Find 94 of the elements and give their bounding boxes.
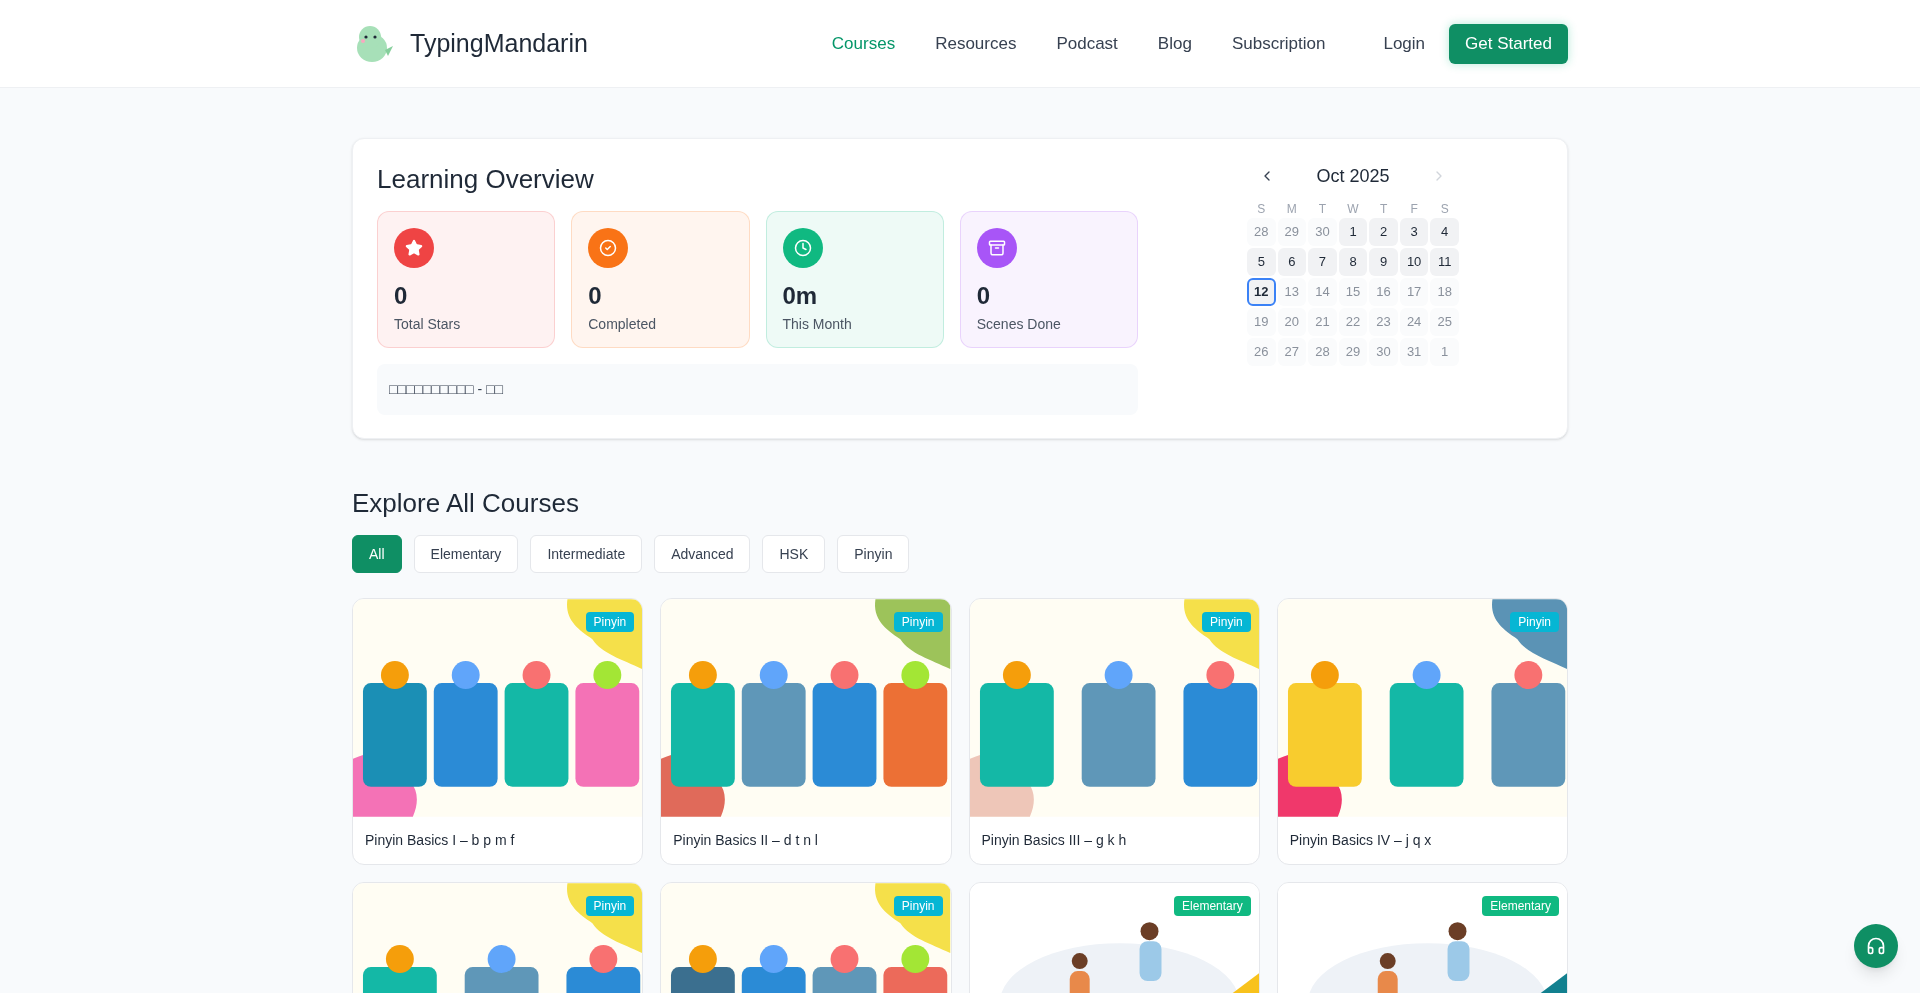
calendar-day[interactable]: 28	[1308, 338, 1337, 366]
nav-link[interactable]: Subscription	[1231, 30, 1326, 57]
calendar-day[interactable]: 4	[1430, 218, 1459, 246]
stat-value: 0	[394, 282, 409, 310]
weekday-label: S	[1439, 201, 1450, 217]
brand-name[interactable]: TypingMandarin	[410, 24, 588, 63]
clock-icon	[793, 239, 812, 257]
section-title: Explore All Courses	[352, 487, 580, 519]
calendar-day[interactable]: 23	[1369, 308, 1398, 336]
login-link[interactable]: Login	[1383, 30, 1426, 57]
check-circle-icon	[599, 239, 618, 257]
course-card[interactable]: Pinyin Pinyin Basics III – g k h	[968, 598, 1260, 865]
category-badge: Pinyin	[893, 612, 943, 632]
stat-value: 0	[588, 282, 603, 310]
weekday-label: T	[1317, 201, 1328, 217]
calendar-day[interactable]: 1	[1430, 338, 1459, 366]
course-card[interactable]: Pinyin	[352, 882, 644, 993]
stat-value: 0m	[782, 282, 819, 310]
course-card[interactable]: Pinyin Pinyin Basics IV – j q x	[1276, 598, 1568, 865]
calendar-day[interactable]: 30	[1369, 338, 1398, 366]
support-button[interactable]	[1854, 924, 1898, 968]
calendar-day[interactable]: 29	[1338, 338, 1368, 366]
calendar-day[interactable]: 13	[1277, 278, 1307, 306]
category-badge: Pinyin	[585, 612, 635, 632]
calendar-day[interactable]: 27	[1277, 338, 1307, 366]
category-badge: Pinyin	[585, 896, 635, 916]
calendar-day[interactable]: 20	[1277, 308, 1307, 336]
calendar-day[interactable]: 31	[1399, 338, 1429, 366]
nav-link[interactable]: Podcast	[1056, 30, 1118, 57]
nav-link[interactable]: Courses	[831, 30, 896, 57]
calendar-day[interactable]: 8	[1338, 248, 1368, 276]
weekday-label: S	[1256, 201, 1267, 217]
calendar-day[interactable]: 11	[1430, 248, 1459, 276]
filter-chip[interactable]: Pinyin	[837, 535, 910, 573]
stat-label: Completed	[588, 315, 657, 334]
course-title: Pinyin Basics IV – j q x	[1288, 831, 1433, 850]
filter-chip[interactable]: All	[352, 535, 402, 573]
category-badge: Elementary	[1482, 896, 1559, 916]
course-card[interactable]: Pinyin	[660, 882, 952, 993]
calendar-day[interactable]: 15	[1338, 278, 1368, 306]
calendar-day[interactable]: 16	[1369, 278, 1398, 306]
box-icon	[987, 239, 1006, 257]
calendar-day[interactable]: 30	[1308, 218, 1337, 246]
nav-link[interactable]: Blog	[1157, 30, 1192, 57]
course-title: Pinyin Basics III – g k h	[980, 831, 1128, 850]
category-badge: Elementary	[1174, 896, 1251, 916]
calendar-day[interactable]: 1	[1338, 218, 1368, 246]
calendar-day[interactable]: 5	[1247, 248, 1276, 276]
calendar-day[interactable]: 25	[1430, 308, 1459, 336]
filter-chip[interactable]: Elementary	[413, 535, 519, 573]
course-card[interactable]: Elementary	[968, 882, 1260, 993]
calendar-day[interactable]: 29	[1277, 218, 1307, 246]
calendar-day[interactable]: 9	[1369, 248, 1398, 276]
calendar-day[interactable]: 19	[1247, 308, 1276, 336]
category-badge: Pinyin	[1202, 612, 1251, 632]
course-card[interactable]: Pinyin Pinyin Basics I – b p m f	[352, 598, 644, 865]
course-card[interactable]: Pinyin Pinyin Basics II – d t n l	[660, 598, 952, 865]
month-title: Oct 2025	[1316, 164, 1390, 188]
star-icon	[405, 239, 423, 257]
calendar-day[interactable]: 7	[1308, 248, 1337, 276]
weekday-label: T	[1378, 201, 1389, 217]
category-badge: Pinyin	[1510, 612, 1559, 632]
calendar-day[interactable]: 26	[1247, 338, 1276, 366]
nav-link[interactable]: Resources	[935, 30, 1017, 57]
headphones-icon	[1866, 936, 1886, 956]
course-card[interactable]: Elementary	[1276, 882, 1568, 993]
weekday-label: F	[1409, 201, 1419, 217]
stat-label: This Month	[782, 315, 853, 334]
stat-value: 0	[976, 282, 992, 310]
section-title: Learning Overview	[377, 163, 595, 195]
get-started-button[interactable]: Get Started	[1449, 23, 1568, 64]
filter-chip[interactable]: Advanced	[654, 535, 751, 573]
calendar-day[interactable]: 12	[1247, 278, 1276, 306]
calendar-day[interactable]: 10	[1399, 248, 1429, 276]
weekday-label: M	[1285, 201, 1298, 217]
filter-chip[interactable]: HSK	[762, 535, 826, 573]
calendar-day[interactable]: 22	[1338, 308, 1368, 336]
weekday-label: W	[1346, 201, 1360, 217]
calendar-day[interactable]: 17	[1399, 278, 1429, 306]
calendar-day[interactable]: 21	[1308, 308, 1337, 336]
filter-chip[interactable]: Intermediate	[530, 535, 643, 573]
banner-text: □□□□□□□□□□ - □□	[389, 380, 503, 399]
category-badge: Pinyin	[893, 896, 943, 916]
course-title: Pinyin Basics II – d t n l	[672, 831, 819, 850]
calendar-day[interactable]: 24	[1399, 308, 1429, 336]
stat-label: Total Stars	[394, 315, 462, 334]
course-title: Pinyin Basics I – b p m f	[364, 831, 516, 850]
calendar-day[interactable]: 18	[1430, 278, 1459, 306]
calendar-day[interactable]: 2	[1369, 218, 1398, 246]
calendar-day[interactable]: 3	[1399, 218, 1429, 246]
calendar-day[interactable]: 14	[1308, 278, 1337, 306]
calendar-day[interactable]: 6	[1277, 248, 1307, 276]
stat-label: Scenes Done	[976, 315, 1062, 334]
calendar-day[interactable]: 28	[1247, 218, 1276, 246]
